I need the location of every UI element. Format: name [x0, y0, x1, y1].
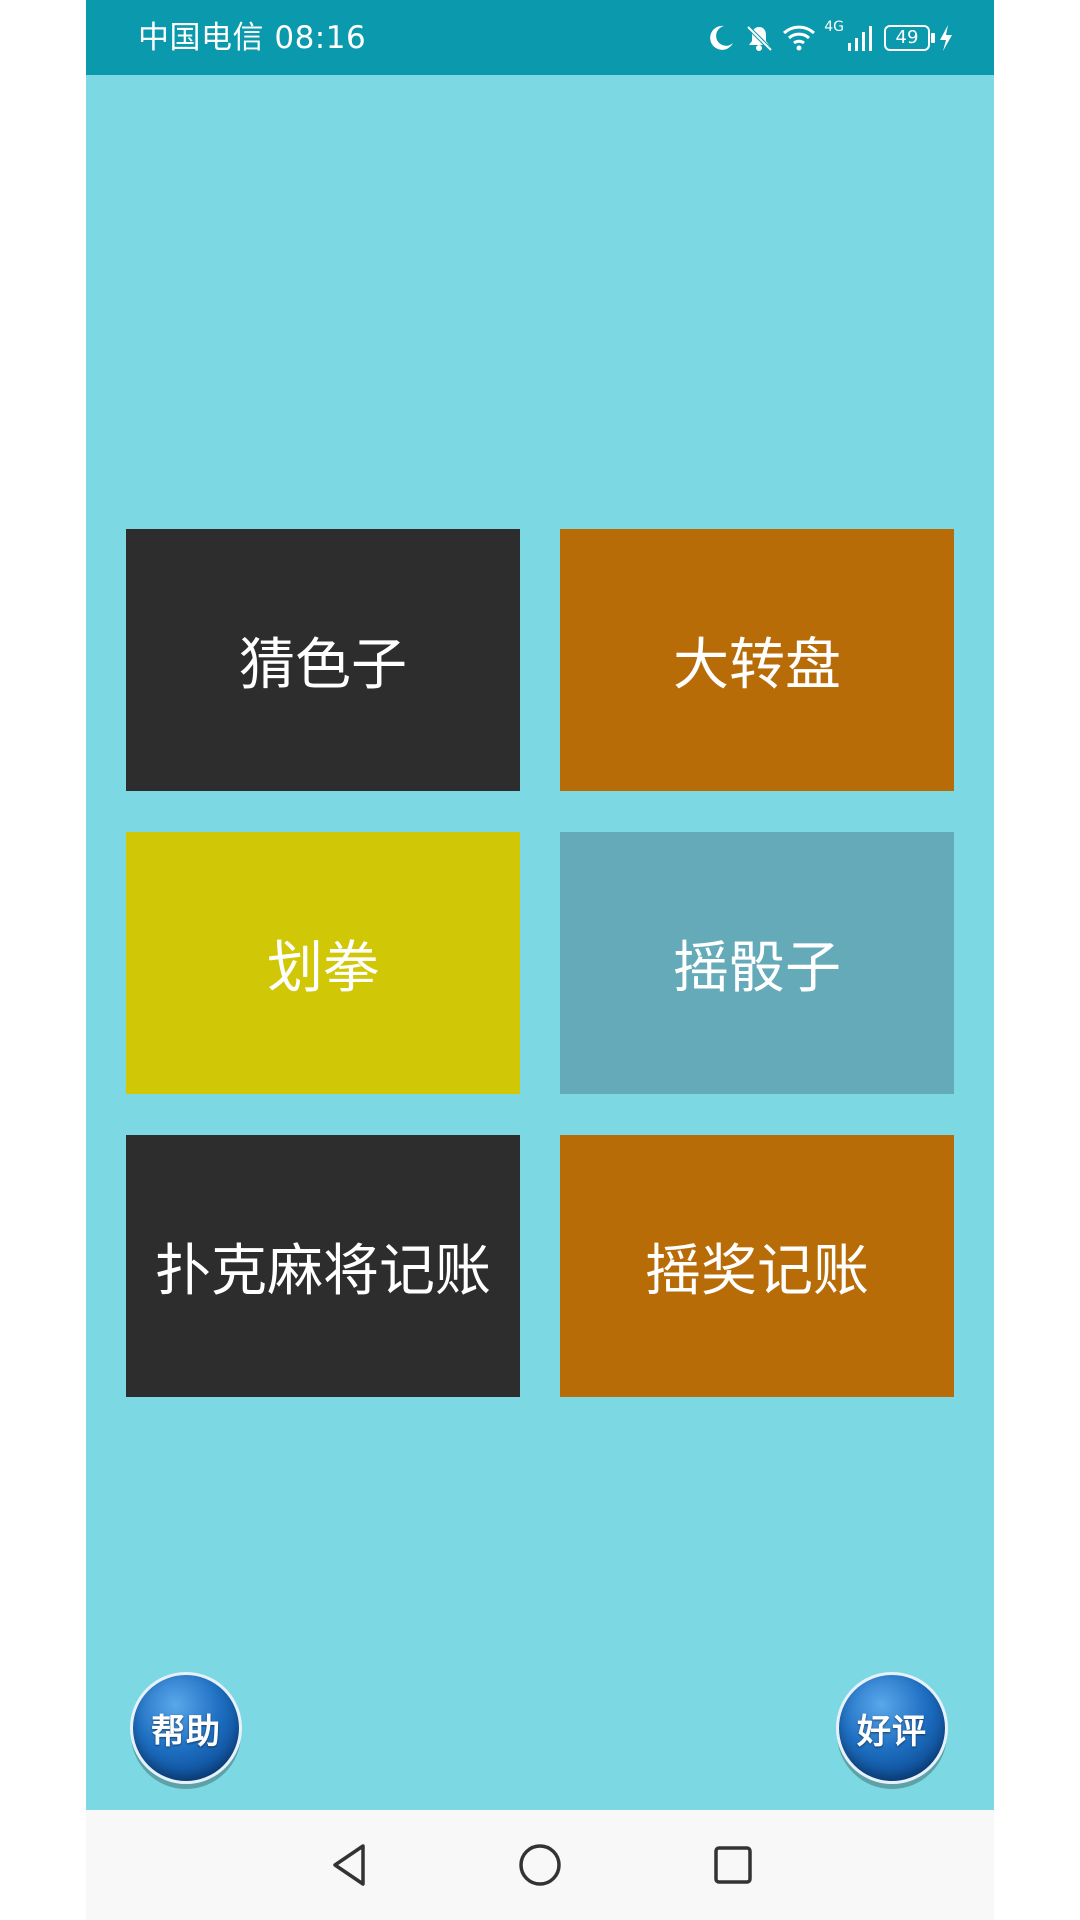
bell-muted-icon	[746, 25, 773, 52]
review-button[interactable]: 好评	[836, 1672, 948, 1784]
tile-shake-dice[interactable]: 摇骰子	[560, 832, 954, 1094]
recents-icon[interactable]	[708, 1840, 758, 1890]
tile-label: 扑克麻将记账	[155, 1238, 491, 1304]
carrier-time: 中国电信 08:16	[138, 20, 367, 56]
status-icons: 4G 49	[706, 18, 954, 58]
tile-label: 摇骰子	[673, 935, 841, 1001]
back-icon[interactable]	[325, 1840, 375, 1890]
wifi-icon	[783, 25, 816, 51]
battery-icon: 49	[884, 25, 935, 51]
app-screen: 中国电信 08:16 4G 49 猜色子 大转盘 划拳 摇骰子 扑克麻将记账 摇…	[86, 0, 994, 1920]
help-button-label: 帮助	[151, 1711, 221, 1752]
tile-label: 划拳	[267, 935, 379, 1001]
tile-label: 大转盘	[673, 632, 841, 698]
tile-big-wheel[interactable]: 大转盘	[560, 529, 954, 791]
tile-guess-dice[interactable]: 猜色子	[126, 529, 520, 791]
review-button-label: 好评	[857, 1711, 927, 1752]
tile-lottery-scoring[interactable]: 摇奖记账	[560, 1135, 954, 1397]
status-bar: 中国电信 08:16 4G 49	[86, 0, 994, 75]
tile-finger-guessing[interactable]: 划拳	[126, 832, 520, 1094]
network-type: 4G	[824, 19, 844, 35]
tile-poker-mahjong-scoring[interactable]: 扑克麻将记账	[126, 1135, 520, 1397]
moon-icon	[710, 25, 734, 50]
charging-icon	[940, 25, 952, 51]
tile-label: 摇奖记账	[645, 1238, 869, 1304]
navigation-bar	[86, 1810, 994, 1920]
home-icon[interactable]	[515, 1840, 565, 1890]
help-button[interactable]: 帮助	[130, 1672, 242, 1784]
signal-icon	[848, 26, 872, 51]
tile-label: 猜色子	[239, 632, 407, 698]
